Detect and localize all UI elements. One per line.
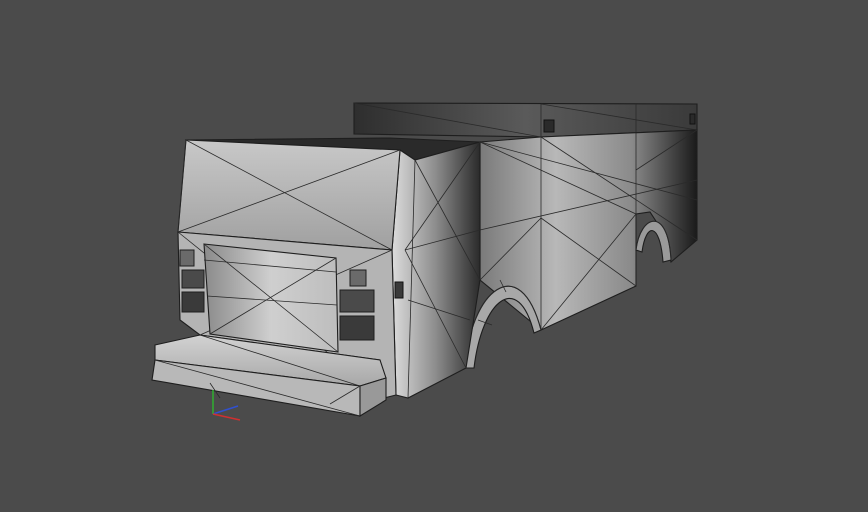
front-grille (203, 243, 339, 353)
side-mirror (394, 281, 404, 299)
cab-side-panel (391, 141, 481, 399)
axis-z-line (212, 405, 239, 415)
3d-model-render[interactable] (0, 0, 868, 512)
3d-viewport[interactable] (0, 0, 868, 512)
axis-x-line (212, 413, 241, 421)
cab-front-upper (177, 139, 401, 251)
